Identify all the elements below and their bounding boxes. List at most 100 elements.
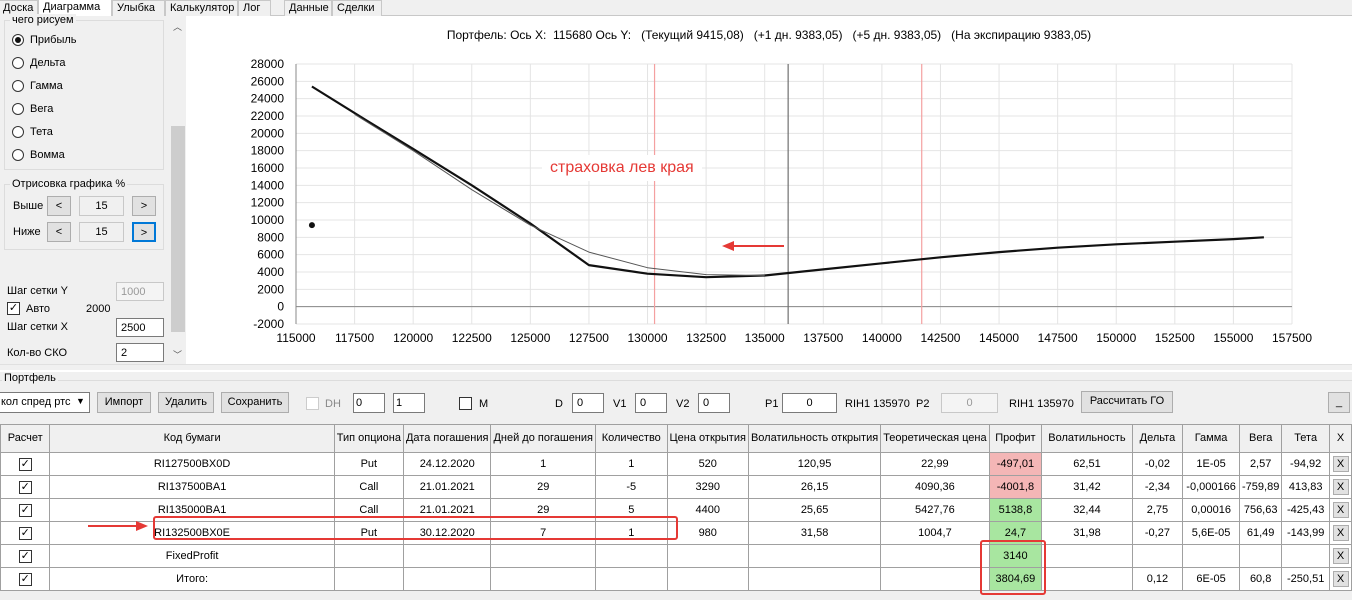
table-cell[interactable]: 32,44 bbox=[1041, 498, 1133, 522]
table-cell[interactable]: 3290 bbox=[666, 475, 749, 499]
table-cell[interactable] bbox=[1131, 544, 1184, 568]
table-cell[interactable] bbox=[747, 544, 882, 568]
radio-dot[interactable] bbox=[12, 126, 24, 138]
auto-checkbox[interactable]: ✓ bbox=[7, 302, 20, 315]
calc-checkbox-cell[interactable]: ✓ bbox=[0, 521, 51, 545]
table-cell[interactable] bbox=[333, 544, 404, 568]
calc-go-button[interactable]: Рассчитать ГО bbox=[1081, 391, 1173, 413]
table-cell[interactable] bbox=[490, 544, 596, 568]
table-cell[interactable] bbox=[880, 544, 990, 568]
table-cell[interactable] bbox=[333, 567, 404, 591]
dh-checkbox[interactable] bbox=[306, 397, 319, 410]
v1-input[interactable]: 0 bbox=[635, 393, 667, 413]
table-cell[interactable]: -0,000166 bbox=[1182, 475, 1240, 499]
column-header[interactable]: Дата погашения bbox=[402, 424, 492, 453]
scroll-down-icon[interactable]: ﹀ bbox=[173, 348, 182, 361]
radio-vega[interactable]: Вега bbox=[12, 102, 53, 116]
splitter[interactable] bbox=[0, 364, 1352, 370]
column-header[interactable]: Вега bbox=[1238, 424, 1283, 453]
grid-x-input[interactable]: 2500 bbox=[116, 318, 164, 337]
table-cell[interactable]: 61,49 bbox=[1238, 521, 1283, 545]
delete-button[interactable]: Удалить bbox=[158, 392, 214, 413]
column-header[interactable]: Тета bbox=[1281, 424, 1330, 453]
column-header[interactable]: Количество bbox=[594, 424, 668, 453]
radio-profit[interactable]: Прибыль bbox=[12, 33, 77, 47]
table-cell[interactable]: 4090,36 bbox=[880, 475, 990, 499]
table-cell[interactable]: FixedProfit bbox=[49, 544, 335, 568]
table-cell[interactable]: 2,57 bbox=[1238, 452, 1283, 476]
tab-deals[interactable]: Сделки bbox=[332, 0, 382, 16]
table-cell[interactable]: 980 bbox=[666, 521, 749, 545]
table-cell[interactable]: 25,65 bbox=[747, 498, 882, 522]
radio-dot[interactable] bbox=[12, 103, 24, 115]
m-checkbox[interactable] bbox=[459, 397, 472, 410]
table-cell[interactable] bbox=[1238, 544, 1283, 568]
column-header[interactable]: Тип опциона bbox=[333, 424, 404, 453]
calc-checkbox[interactable]: ✓ bbox=[18, 480, 32, 494]
radio-dot[interactable] bbox=[12, 34, 24, 46]
column-header[interactable]: Расчет bbox=[0, 424, 51, 453]
calc-checkbox[interactable]: ✓ bbox=[18, 503, 32, 517]
table-cell[interactable]: 413,83 bbox=[1281, 475, 1330, 499]
tab-data[interactable]: Данные bbox=[284, 0, 332, 16]
radio-dot[interactable] bbox=[12, 57, 24, 69]
table-cell[interactable]: -5 bbox=[594, 475, 668, 499]
column-header[interactable]: Дельта bbox=[1131, 424, 1184, 453]
remove-row-cell[interactable]: X bbox=[1329, 521, 1352, 545]
table-cell[interactable]: -143,99 bbox=[1281, 521, 1330, 545]
remove-row-cell[interactable]: X bbox=[1329, 567, 1352, 591]
table-row[interactable]: ✓ RI127500BX0D Put 24.12.2020 1 1 520 120,95 22,… bbox=[0, 452, 1352, 476]
table-cell[interactable] bbox=[1281, 544, 1330, 568]
tab-calculator[interactable]: Калькулятор bbox=[165, 0, 238, 16]
table-cell[interactable]: 6E-05 bbox=[1182, 567, 1240, 591]
remove-row-cell[interactable]: X bbox=[1329, 452, 1352, 476]
table-cell[interactable]: Call bbox=[333, 475, 404, 499]
radio-dot[interactable] bbox=[12, 80, 24, 92]
table-cell[interactable]: RI127500BX0D bbox=[49, 452, 335, 476]
table-cell[interactable] bbox=[594, 567, 668, 591]
table-cell[interactable]: -0,27 bbox=[1131, 521, 1184, 545]
table-cell[interactable] bbox=[1041, 567, 1133, 591]
column-header[interactable]: Дней до погашения bbox=[490, 424, 596, 453]
table-cell[interactable]: -0,02 bbox=[1131, 452, 1184, 476]
table-cell[interactable]: -759,89 bbox=[1238, 475, 1283, 499]
above-value[interactable]: 15 bbox=[79, 196, 124, 216]
table-cell[interactable]: 1004,7 bbox=[880, 521, 990, 545]
table-cell[interactable]: 120,95 bbox=[747, 452, 882, 476]
spin-1[interactable]: 0 bbox=[353, 393, 385, 413]
remove-row-button[interactable]: X bbox=[1332, 479, 1349, 495]
column-header[interactable]: Гамма bbox=[1182, 424, 1240, 453]
table-cell[interactable] bbox=[594, 544, 668, 568]
table-cell[interactable]: 1 bbox=[490, 452, 596, 476]
table-cell[interactable]: 4400 bbox=[666, 498, 749, 522]
table-cell[interactable]: -94,92 bbox=[1281, 452, 1330, 476]
table-row[interactable]: ✓ RI137500BA1 Call 21.01.2021 29 -5 3290 26,15 4… bbox=[0, 475, 1352, 499]
table-cell[interactable]: -425,43 bbox=[1281, 498, 1330, 522]
table-cell[interactable]: 62,51 bbox=[1041, 452, 1133, 476]
calc-checkbox-cell[interactable]: ✓ bbox=[0, 498, 51, 522]
table-cell[interactable]: 5,6E-05 bbox=[1182, 521, 1240, 545]
scrollbar-thumb[interactable] bbox=[171, 126, 185, 332]
table-row[interactable]: ✓ Итого: 3804,69 0,12 6E-05 60,8 -250,51 X bbox=[0, 567, 1352, 591]
chart-area[interactable]: Портфель: Ось X: 115680 Ось Y: (Текущий … bbox=[186, 16, 1352, 364]
below-increase-button[interactable]: > bbox=[132, 222, 156, 242]
radio-delta[interactable]: Дельта bbox=[12, 56, 66, 70]
d-input[interactable]: 0 bbox=[572, 393, 604, 413]
column-header[interactable]: Цена открытия bbox=[666, 424, 749, 453]
calc-checkbox[interactable]: ✓ bbox=[18, 572, 32, 586]
calc-checkbox-cell[interactable]: ✓ bbox=[0, 567, 51, 591]
table-cell[interactable] bbox=[666, 544, 749, 568]
table-cell[interactable] bbox=[490, 567, 596, 591]
table-cell[interactable]: Put bbox=[333, 452, 404, 476]
scroll-up-icon[interactable]: ︿ bbox=[173, 20, 182, 33]
below-decrease-button[interactable]: < bbox=[47, 222, 71, 242]
table-cell[interactable]: 0,00016 bbox=[1182, 498, 1240, 522]
table-cell[interactable]: 29 bbox=[490, 475, 596, 499]
above-increase-button[interactable]: > bbox=[132, 196, 156, 216]
calc-checkbox-cell[interactable]: ✓ bbox=[0, 475, 51, 499]
table-cell[interactable]: -250,51 bbox=[1281, 567, 1330, 591]
table-cell[interactable]: RI137500BA1 bbox=[49, 475, 335, 499]
import-button[interactable]: Импорт bbox=[97, 392, 151, 413]
remove-row-button[interactable]: X bbox=[1332, 548, 1349, 564]
spin-2[interactable]: 1 bbox=[393, 393, 425, 413]
